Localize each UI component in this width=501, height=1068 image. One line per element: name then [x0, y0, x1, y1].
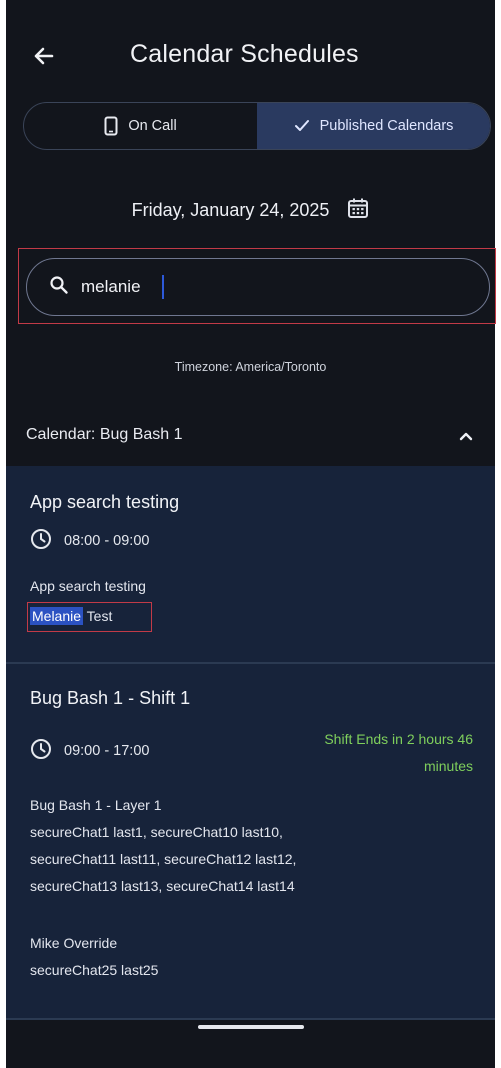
- calendar-title: Calendar: Bug Bash 1: [26, 426, 183, 443]
- search-input[interactable]: [81, 277, 441, 297]
- selected-date: Friday, January 24, 2025: [131, 199, 330, 220]
- tab-published-calendars-label: Published Calendars: [319, 118, 454, 134]
- clock-icon: [30, 528, 52, 554]
- phone-icon: [104, 116, 118, 136]
- member-line: secureChat1 last1, secureChat10 last10,: [30, 824, 283, 840]
- member-line: secureChat13 last13, secureChat14 last14: [30, 878, 295, 894]
- shift-time-row: 08:00 - 09:00: [30, 528, 149, 554]
- clock-icon: [30, 738, 52, 764]
- right-edge-strip: [495, 0, 501, 1068]
- screen: Calendar Schedules On Call Published Cal…: [6, 0, 496, 1068]
- search-field[interactable]: [26, 258, 490, 316]
- member-line: secureChat11 last11, secureChat12 last12…: [30, 851, 297, 867]
- tab-on-call[interactable]: On Call: [24, 103, 257, 149]
- shift-status-line: Shift Ends in 2 hours 46: [324, 731, 473, 747]
- shift-members-block: Bug Bash 1 - Layer 1 secureChat1 last1, …: [30, 792, 296, 900]
- shift-time-row: 09:00 - 17:00: [30, 738, 149, 764]
- tab-on-call-label: On Call: [128, 118, 177, 134]
- override-block: Mike Override secureChat25 last25: [30, 930, 158, 984]
- text-cursor: [162, 275, 164, 299]
- page-title: Calendar Schedules: [130, 40, 359, 68]
- shift-status-line: minutes: [423, 758, 473, 774]
- view-toggle: On Call Published Calendars: [23, 102, 491, 150]
- shift-title: Bug Bash 1 - Shift 1: [30, 688, 191, 708]
- shift-status: Shift Ends in 2 hours 46 minutes: [253, 726, 473, 780]
- shift-time: 09:00 - 17:00: [64, 743, 150, 759]
- shift-time: 08:00 - 09:00: [64, 533, 150, 549]
- home-indicator[interactable]: [198, 1025, 304, 1029]
- timezone-label: Timezone: America/Toronto: [174, 360, 327, 374]
- search-icon: [49, 275, 69, 300]
- calendar-icon[interactable]: [347, 197, 369, 224]
- override-member: secureChat25 last25: [30, 962, 159, 978]
- app-header: Calendar Schedules: [6, 0, 495, 100]
- tab-published-calendars[interactable]: Published Calendars: [257, 103, 490, 149]
- override-title: Mike Override: [30, 935, 118, 951]
- member-annotation-outline: [27, 602, 152, 632]
- back-arrow-icon[interactable]: [24, 36, 64, 76]
- calendar-section-header[interactable]: Calendar: Bug Bash 1: [6, 412, 495, 462]
- shift-layer: Bug Bash 1 - Layer 1: [30, 797, 162, 813]
- check-icon: [294, 119, 310, 133]
- shift-title: App search testing: [30, 492, 180, 512]
- chevron-up-icon[interactable]: [457, 428, 475, 451]
- shift-layer: App search testing: [30, 578, 146, 594]
- date-selector: Friday, January 24, 2025: [6, 190, 495, 230]
